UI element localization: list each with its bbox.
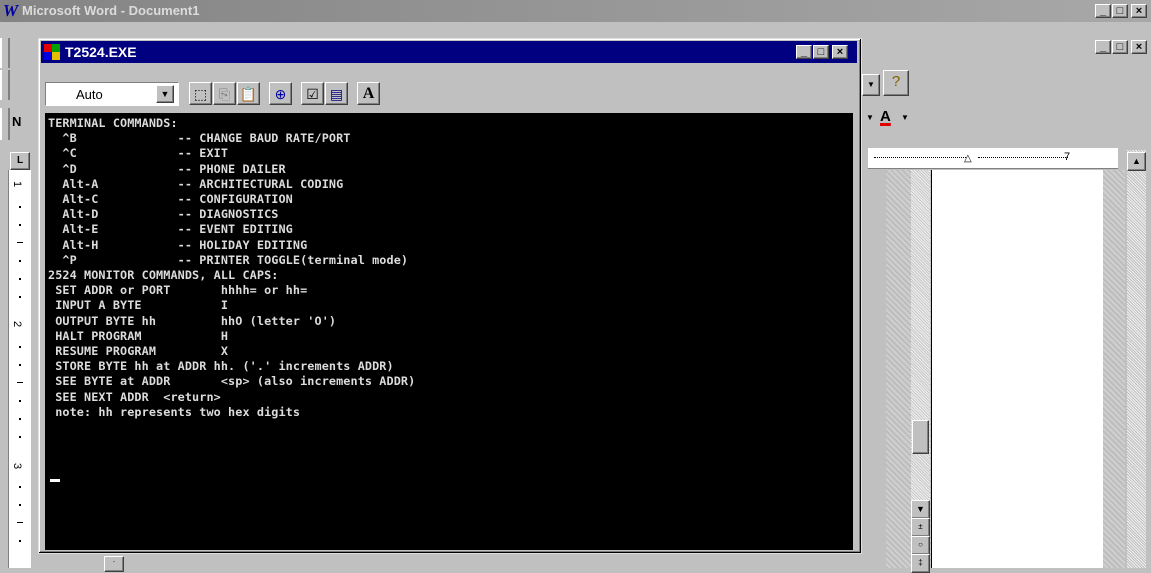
- doc-restore-button[interactable]: □: [1112, 40, 1128, 54]
- vruler-dot: [19, 260, 21, 262]
- vruler-tick: [17, 522, 23, 523]
- word-titlebar[interactable]: W Microsoft Word - Document1 _ □ ×: [0, 0, 1151, 22]
- font-color-control[interactable]: ▼ A ▼: [866, 108, 926, 132]
- paste-icon[interactable]: 📋: [237, 82, 260, 105]
- terminal-line: SET ADDR or PORT hhhh= or hh=: [48, 283, 308, 298]
- vruler-dot: [19, 436, 21, 438]
- vruler-dot: [19, 278, 21, 280]
- terminal-line: ^B -- CHANGE BAUD RATE/PORT: [48, 131, 351, 146]
- page-right-margin: [1103, 170, 1125, 568]
- select-icon[interactable]: ⬚: [189, 82, 212, 105]
- terminal-line: Alt-E -- EVENT EDITING: [48, 222, 293, 237]
- terminal-line: TERMINAL COMMANDS:: [48, 116, 178, 130]
- office-assistant-icon[interactable]: ?: [883, 70, 909, 96]
- background-icon[interactable]: ▤: [325, 82, 348, 105]
- terminal-line: note: hh represents two hex digits: [48, 404, 301, 419]
- word-vertical-scrollbar[interactable]: ▲: [1127, 150, 1146, 568]
- terminal-line: Alt-D -- DIAGNOSTICS: [48, 207, 279, 222]
- font-icon[interactable]: A: [357, 82, 380, 105]
- terminal-line: ^P -- PRINTER TOGGLE(terminal mode): [48, 252, 409, 267]
- toolbar-grip: [0, 38, 10, 68]
- prev-page-icon[interactable]: ±: [911, 518, 930, 537]
- vruler-number: 1: [11, 180, 24, 188]
- terminal-titlebar[interactable]: T2524.EXE _ □ ×: [41, 41, 857, 63]
- horizontal-ruler[interactable]: △ 7: [868, 148, 1118, 169]
- tab-selector[interactable]: L: [10, 152, 30, 170]
- terminal-output: TERMINAL COMMANDS: ^B -- CHANGE BAUD RAT…: [45, 113, 853, 420]
- terminal-maximize-button[interactable]: □: [813, 45, 829, 59]
- document-page[interactable]: [931, 170, 1105, 568]
- font-color-button[interactable]: A: [880, 108, 891, 125]
- terminal-line: ^D -- PHONE DAILER: [48, 161, 286, 176]
- word-app-icon[interactable]: W: [3, 2, 19, 19]
- vruler-dot: [19, 504, 21, 506]
- vruler-dot: [19, 346, 21, 348]
- word-minimize-button[interactable]: _: [1095, 4, 1111, 18]
- next-page-icon[interactable]: ‡: [911, 554, 930, 573]
- ruler-dots: [978, 157, 1068, 159]
- terminal-line: 2524 MONITOR COMMANDS, ALL CAPS:: [48, 268, 279, 283]
- vruler-dot: [19, 486, 21, 488]
- terminal-line: Alt-H -- HOLIDAY EDITING: [48, 237, 308, 252]
- scroll-thumb[interactable]: [912, 420, 929, 454]
- hscroll-left-icon[interactable]: ·: [104, 556, 124, 572]
- terminal-line: HALT PROGRAM H: [48, 328, 229, 343]
- toolbar-grip: [0, 108, 10, 140]
- copy-icon[interactable]: ⎘: [213, 82, 236, 105]
- terminal-window-title: T2524.EXE: [65, 44, 137, 60]
- vruler-tick: [17, 242, 23, 243]
- terminal-line: STORE BYTE hh at ADDR hh. ('.' increment…: [48, 359, 394, 374]
- terminal-line: OUTPUT BYTE hh hhO (letter 'O'): [48, 313, 337, 328]
- vruler-dot: [19, 400, 21, 402]
- scroll-down-icon[interactable]: ▼: [911, 500, 930, 519]
- ruler-number: 7: [1064, 151, 1071, 163]
- terminal-line: SEE BYTE at ADDR <sp> (also increments A…: [48, 374, 416, 389]
- vruler-dot: [19, 224, 21, 226]
- terminal-line: RESUME PROGRAM X: [48, 344, 229, 359]
- terminal-screen[interactable]: TERMINAL COMMANDS: ^B -- CHANGE BAUD RAT…: [45, 113, 853, 550]
- font-color-dropdown-icon[interactable]: ▼: [901, 113, 909, 122]
- doc-close-button[interactable]: ×: [1131, 40, 1147, 54]
- msdos-icon[interactable]: [44, 44, 60, 60]
- word-maximize-button[interactable]: □: [1112, 4, 1128, 18]
- vruler-dot: [19, 364, 21, 366]
- vruler-dot: [19, 540, 21, 542]
- vruler-dot: [19, 418, 21, 420]
- zoom-dropdown-arrow[interactable]: ▼: [862, 74, 880, 96]
- vruler-number: 3: [11, 462, 24, 470]
- split-scroll-area[interactable]: ▼ ± ○ ‡: [911, 170, 930, 573]
- indent-marker-icon[interactable]: △: [964, 153, 972, 164]
- vruler-number: 2: [11, 320, 24, 328]
- terminal-line: Alt-A -- ARCHITECTURAL CODING: [48, 176, 344, 191]
- vruler-dot: [19, 296, 21, 298]
- toolbar-grip: [0, 70, 10, 100]
- terminal-line: INPUT A BYTE I: [48, 298, 229, 313]
- chevron-down-icon[interactable]: ▼: [156, 85, 174, 103]
- font-size-select[interactable]: Auto ▼: [45, 82, 179, 106]
- style-box-fragment[interactable]: N: [12, 114, 21, 129]
- fullscreen-icon[interactable]: ⊕: [269, 82, 292, 105]
- select-browse-object-icon[interactable]: ○: [911, 536, 930, 555]
- terminal-toolbar: Auto ▼ ⬚ ⎘ 📋 ⊕ ☑ ▤ A: [41, 66, 857, 112]
- properties-icon[interactable]: ☑: [301, 82, 324, 105]
- vruler-tick: [17, 382, 23, 383]
- terminal-minimize-button[interactable]: _: [796, 45, 812, 59]
- vruler-dot: [19, 206, 21, 208]
- word-close-button[interactable]: ×: [1131, 4, 1147, 18]
- terminal-line: SEE NEXT ADDR <return>: [48, 389, 221, 404]
- terminal-line: ^C -- EXIT: [48, 146, 229, 161]
- dropdown-arrow-icon[interactable]: ▼: [866, 113, 874, 122]
- doc-minimize-button[interactable]: _: [1095, 40, 1111, 54]
- terminal-line: Alt-C -- CONFIGURATION: [48, 192, 293, 207]
- terminal-close-button[interactable]: ×: [832, 45, 848, 59]
- vertical-ruler[interactable]: 1 2 3: [8, 170, 31, 568]
- word-window-title: Microsoft Word - Document1: [22, 3, 200, 18]
- font-size-value: Auto: [76, 87, 103, 102]
- ruler-dots: [874, 157, 966, 159]
- scroll-up-icon[interactable]: ▲: [1127, 152, 1146, 171]
- text-cursor: [50, 479, 60, 482]
